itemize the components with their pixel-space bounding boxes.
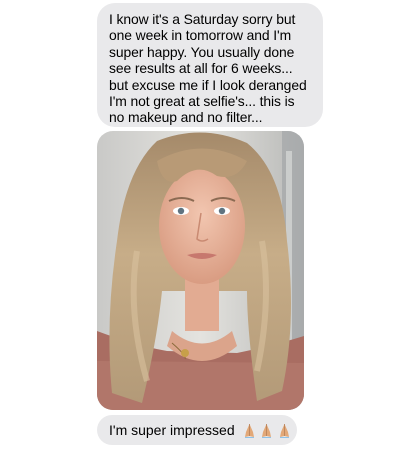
folded-hands-emoji-group bbox=[243, 416, 293, 446]
selfie-photo-icon bbox=[97, 131, 304, 410]
message-text-2: I'm super impressed bbox=[109, 422, 235, 438]
message-bubble-text-1[interactable]: I know it's a Saturday sorry but one wee… bbox=[97, 3, 323, 127]
folded-hands-icon bbox=[262, 424, 272, 439]
message-photo[interactable] bbox=[97, 131, 304, 410]
folded-hands-icon bbox=[280, 424, 290, 439]
message-bubble-text-2[interactable]: I'm super impressed bbox=[97, 415, 297, 445]
folded-hands-icon bbox=[244, 424, 254, 439]
message-text-1: I know it's a Saturday sorry but one wee… bbox=[109, 11, 307, 126]
